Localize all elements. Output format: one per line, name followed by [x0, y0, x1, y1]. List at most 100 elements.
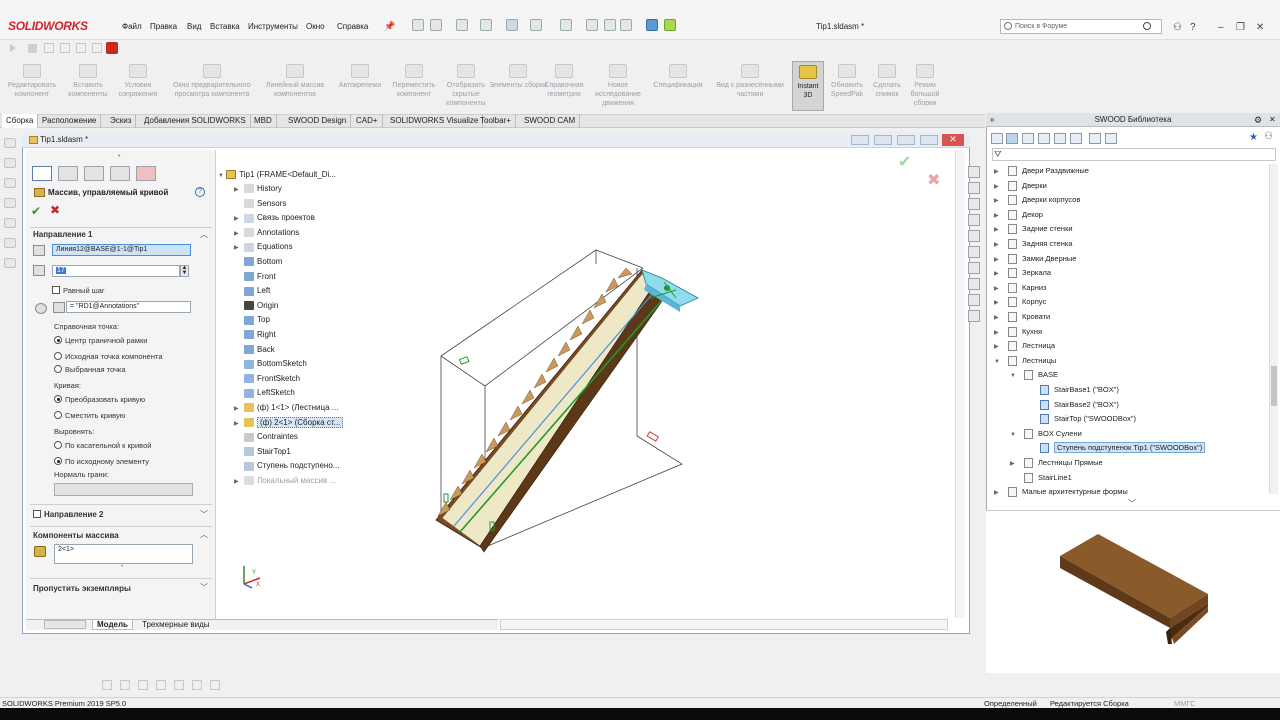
offset-curve-radio[interactable] — [54, 411, 62, 419]
tree-item[interactable]: BottomSketch — [234, 357, 307, 371]
swood-tool-icon[interactable] — [1054, 133, 1066, 144]
stop-icon[interactable] — [28, 44, 37, 53]
expand-arrow-icon[interactable]: ▶ — [234, 213, 244, 226]
help-icon[interactable]: ? — [195, 187, 205, 197]
expand-arrow-icon[interactable]: ▶ — [234, 184, 244, 197]
expand-chevron-icon[interactable]: ﹀ — [200, 582, 208, 593]
cancel-x-icon[interactable]: ✖ — [50, 203, 60, 217]
favorite-star-icon[interactable]: ★ — [1249, 132, 1258, 143]
options-gear-icon[interactable] — [620, 19, 632, 31]
library-filter-input[interactable] — [992, 148, 1276, 161]
macro-record-icon[interactable] — [76, 43, 86, 53]
user-icon[interactable]: ⚇ — [1173, 22, 1182, 33]
direction-curve-field[interactable]: Линия12@BASE@1-1@Tip1 — [52, 244, 191, 256]
tree-item[interactable]: ▶ Связь проектов — [234, 211, 315, 225]
panel-collapse-icon[interactable]: » — [990, 115, 994, 124]
tree-item[interactable]: ▶ Equations — [234, 240, 293, 254]
tree-item[interactable]: ▶ History — [234, 182, 282, 196]
view-tool-icon[interactable] — [968, 294, 980, 306]
edit-component-button[interactable]: Редактировать компонент — [2, 64, 62, 99]
tangent-align-radio[interactable] — [54, 441, 62, 449]
splitter-chevron-icon[interactable]: ﹀ — [1128, 498, 1136, 509]
print-icon[interactable] — [506, 19, 518, 31]
expand-arrow-icon[interactable]: ▶ — [994, 267, 1003, 281]
expand-arrow-icon[interactable]: ▶ — [994, 311, 1003, 325]
library-item[interactable]: ▶ Декор — [994, 208, 1043, 223]
library-item[interactable]: StairBase2 ("BOX") — [1026, 398, 1119, 413]
tree-item[interactable]: Top — [234, 313, 270, 327]
expand-arrow-icon[interactable]: ▶ — [994, 296, 1003, 310]
property-manager-tab[interactable] — [58, 166, 78, 181]
macro-edit-icon[interactable] — [44, 43, 54, 53]
library-item[interactable]: ▶ Задние стенки — [994, 222, 1073, 237]
tree-item[interactable]: Bottom — [234, 255, 282, 269]
tree-item[interactable]: Contraintes — [234, 430, 298, 444]
exploded-view-button[interactable]: Вид с разнесенными частями — [710, 64, 790, 99]
forum-search-input[interactable]: Поиск в Форуме — [1000, 19, 1162, 34]
scene-icon[interactable] — [664, 19, 676, 31]
expand-arrow-icon[interactable]: ▼ — [994, 355, 1003, 369]
tree-item[interactable]: Back — [234, 343, 275, 357]
view-tool-icon[interactable] — [968, 262, 980, 274]
components-header[interactable]: Компоненты массива — [33, 531, 119, 540]
tab-nav-arrows[interactable] — [44, 620, 86, 629]
tree-item[interactable]: ▶ (ф) 2<1> (Сборка ст... — [234, 416, 344, 430]
view-tool-icon[interactable] — [968, 182, 980, 194]
expand-arrow-icon[interactable]: ▶ — [994, 209, 1003, 223]
expand-arrow-icon[interactable]: ▶ — [1010, 457, 1019, 471]
swood-tool-icon[interactable] — [1070, 133, 1082, 144]
component-preview-button[interactable]: Окно предварительного просмотра компонен… — [166, 64, 258, 99]
library-item[interactable]: StairTop ("SWOODBox") — [1026, 412, 1136, 427]
open-icon[interactable] — [456, 19, 468, 31]
take-snapshot-button[interactable]: Сделать снимок — [866, 64, 908, 99]
tree-item[interactable]: Ступень подступено... — [234, 459, 339, 473]
view-tool-icon[interactable] — [968, 278, 980, 290]
library-item[interactable]: ▶ Дверки — [994, 179, 1047, 194]
restore-icon[interactable]: ❐ — [1236, 22, 1245, 33]
swood-tool-icon[interactable] — [1038, 133, 1050, 144]
menu-edit[interactable]: Правка — [150, 22, 177, 31]
bom-button[interactable]: Спецификация — [648, 64, 708, 90]
search-icon[interactable] — [1143, 22, 1151, 30]
ok-checkmark-icon[interactable]: ✔ — [31, 204, 41, 218]
ref-selected-point-radio[interactable] — [54, 365, 62, 373]
mate-button[interactable]: Условия сопряжения — [108, 64, 168, 99]
tab-visualize[interactable]: SOLIDWORKS Visualize — [386, 114, 484, 128]
library-item[interactable]: ▶ Лестницы Прямые — [1010, 456, 1103, 471]
tree-item[interactable]: ▶ (ф) 1<1> (Лестница ... — [234, 401, 338, 415]
library-item[interactable]: ▶ Кровати — [994, 310, 1050, 325]
config-manager-tab[interactable] — [84, 166, 104, 181]
tab-swood-cam[interactable]: SWOOD CAM — [520, 114, 581, 128]
doc-minimize-button[interactable] — [897, 135, 915, 145]
view-tool-icon[interactable] — [968, 310, 980, 322]
side-tool-icon[interactable] — [4, 218, 16, 228]
library-item[interactable]: ▶ Задняя стенка — [994, 237, 1072, 252]
swood-tool-icon[interactable] — [1022, 133, 1034, 144]
tree-item[interactable]: FrontSketch — [234, 372, 300, 386]
library-item[interactable]: ▶ Карниз — [994, 281, 1046, 296]
tab-addins[interactable]: Добавления SOLIDWORKS — [140, 114, 251, 128]
ref-bbox-center-radio[interactable] — [54, 336, 62, 344]
library-item[interactable]: ▶ Зеркала — [994, 266, 1051, 281]
skip-instances-header[interactable]: Пропустить экземпляры — [33, 584, 131, 593]
ref-component-origin-radio[interactable] — [54, 352, 62, 360]
doc-restore-button[interactable] — [920, 135, 938, 145]
home-icon[interactable] — [412, 19, 424, 31]
tab-assembly[interactable]: Сборка — [2, 114, 39, 128]
tab-layout[interactable]: Расположение — [38, 114, 102, 128]
expand-arrow-icon[interactable]: ▶ — [994, 223, 1003, 237]
library-item[interactable]: ▶ Двери Раздвижные — [994, 164, 1089, 179]
library-item[interactable]: ▼ BASE — [1010, 368, 1058, 383]
expand-chevron-icon[interactable]: ﹀ — [200, 509, 208, 520]
library-item[interactable]: ▼ BOX Сулени — [1010, 427, 1082, 442]
viewport-cancel-icon[interactable]: ✖ — [927, 170, 940, 190]
library-item[interactable]: ▶ Корпус — [994, 295, 1046, 310]
tab-swood-design[interactable]: SWOOD Design — [284, 114, 352, 128]
tile-button[interactable] — [851, 135, 869, 145]
play-icon[interactable] — [10, 44, 16, 52]
library-item[interactable]: Ступень подступенок Tip1 ("SWOODBox") — [1026, 441, 1206, 456]
library-item[interactable]: ▶ Замки Дверные — [994, 252, 1076, 267]
viewport-vertical-scrollbar[interactable] — [955, 150, 965, 618]
side-tool-icon[interactable] — [4, 178, 16, 188]
file-props-icon[interactable] — [604, 19, 616, 31]
